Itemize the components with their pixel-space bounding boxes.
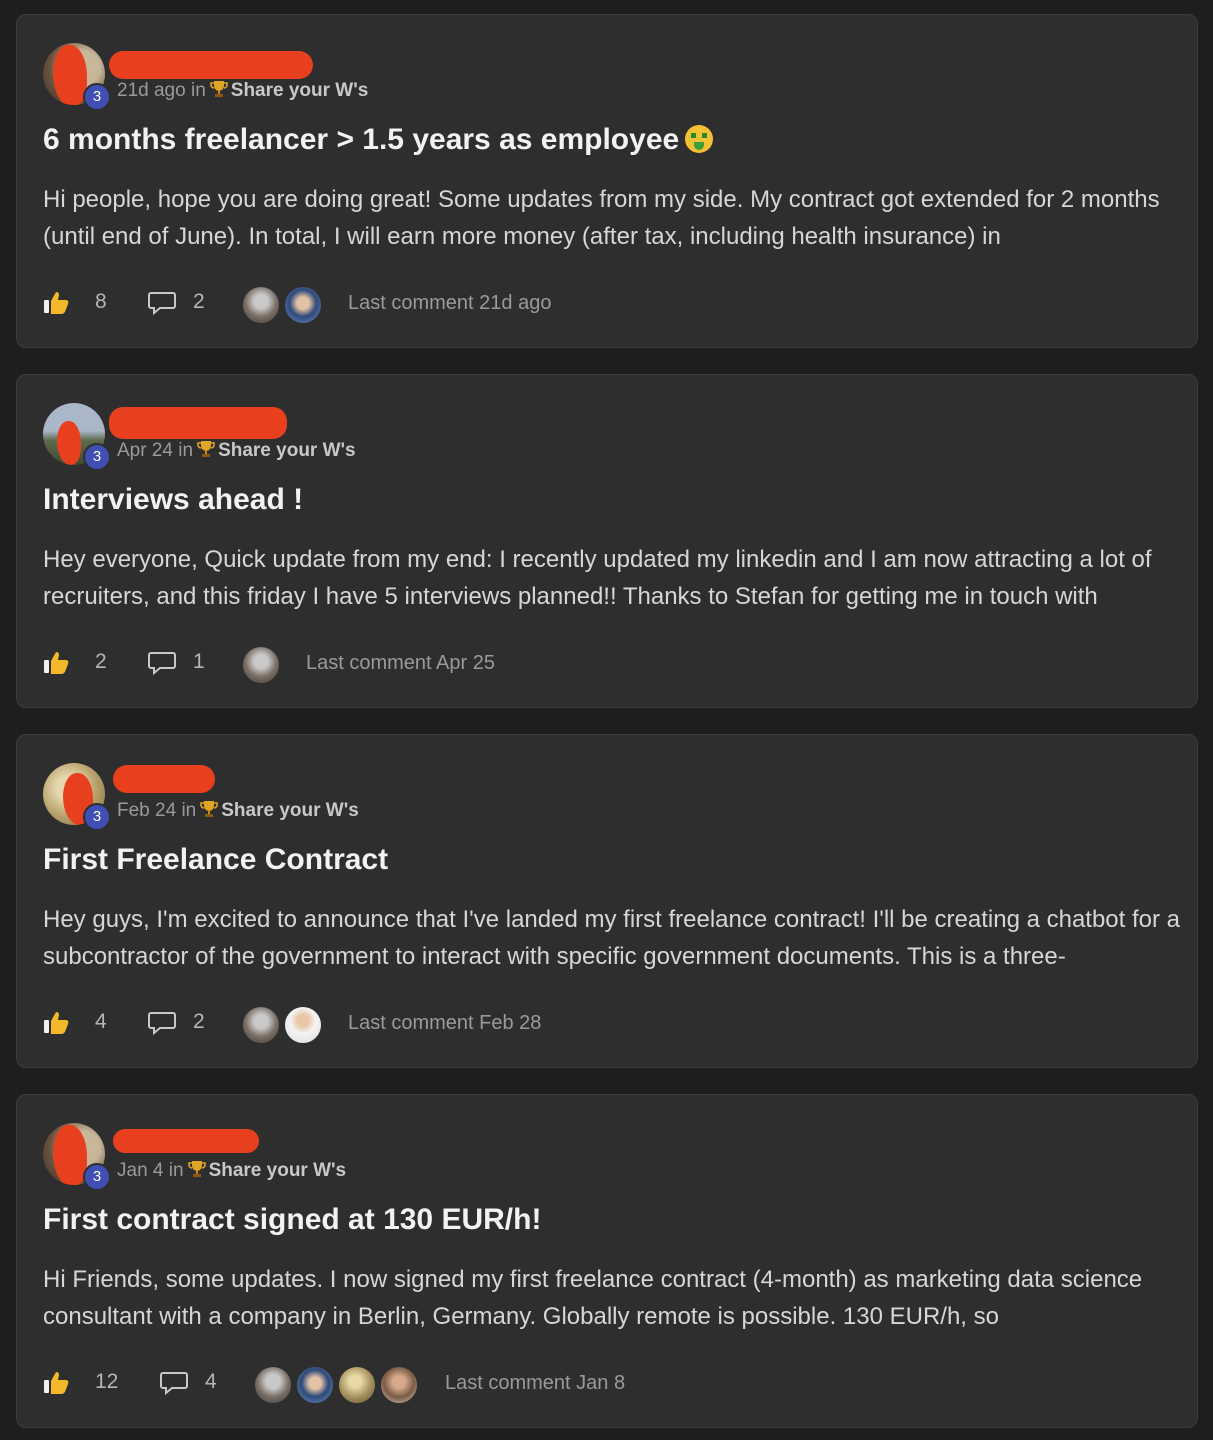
post-title[interactable]: First contract signed at 130 EUR/h!	[43, 1203, 541, 1237]
comment-count: 1	[193, 650, 205, 673]
in-word: in	[190, 80, 206, 101]
in-word: in	[178, 440, 194, 461]
post-excerpt: Hi Friends, some updates. I now signed m…	[43, 1266, 1143, 1330]
trophy-icon	[197, 441, 215, 457]
level-badge: 3	[83, 443, 111, 471]
commenter-avatar[interactable]	[241, 285, 281, 325]
last-comment[interactable]: Last comment Feb 28	[348, 1012, 541, 1035]
category-link[interactable]: Share your W's	[209, 1160, 347, 1181]
commenter-avatar[interactable]	[283, 1005, 323, 1045]
post-time[interactable]: Apr 24	[117, 440, 173, 461]
like-count: 12	[95, 1370, 119, 1393]
post-meta: 21d ago in Share your W's	[117, 79, 368, 102]
post-time[interactable]: Jan 4	[117, 1160, 163, 1181]
author-name-redacted	[113, 765, 215, 793]
speech-bubble-icon[interactable]	[147, 290, 177, 316]
trophy-icon	[200, 801, 219, 817]
level-badge: 3	[83, 803, 111, 831]
post-time[interactable]: Feb 24	[117, 800, 176, 821]
comment-count: 4	[205, 1370, 217, 1393]
thumbs-up-icon[interactable]	[43, 1009, 71, 1035]
commenter-avatar[interactable]	[337, 1365, 377, 1405]
comment-count: 2	[193, 1010, 205, 1033]
commenter-avatar[interactable]	[241, 1005, 281, 1045]
author-name-redacted	[113, 1129, 259, 1153]
post-header: 3 21d ago in Share your W's	[43, 43, 643, 111]
post-card[interactable]: 3 Jan 4 in Share your W's First contract …	[16, 1094, 1198, 1428]
money-mouth-emoji-icon	[685, 125, 714, 153]
post-title[interactable]: First Freelance Contract	[43, 843, 388, 877]
post-feed: 3 21d ago in Share your W's 6 months free…	[0, 0, 1213, 1440]
author-name-redacted	[109, 407, 287, 439]
commenter-avatar[interactable]	[241, 645, 281, 685]
thumbs-up-icon[interactable]	[43, 289, 71, 315]
category-link[interactable]: Share your W's	[218, 440, 356, 461]
post-card[interactable]: 3 Apr 24 in Share your W's Interviews ahe…	[16, 374, 1198, 708]
trophy-icon	[209, 81, 228, 97]
post-footer: 12 4 Last comment Jan 8	[43, 1365, 1143, 1405]
post-meta: Jan 4 in Share your W's	[117, 1159, 346, 1182]
post-title[interactable]: 6 months freelancer > 1.5 years as emplo…	[43, 123, 714, 157]
thumbs-up-icon[interactable]	[43, 649, 71, 675]
post-header: 3 Apr 24 in Share your W's	[43, 403, 643, 471]
last-comment[interactable]: Last comment 21d ago	[348, 292, 551, 315]
like-count: 8	[95, 290, 107, 313]
category-link[interactable]: Share your W's	[231, 80, 369, 101]
post-time[interactable]: 21d ago	[117, 80, 186, 101]
post-excerpt: Hi people, hope you are doing great! Som…	[43, 186, 1160, 250]
last-comment[interactable]: Last comment Apr 25	[306, 652, 495, 675]
post-card[interactable]: 3 21d ago in Share your W's 6 months free…	[16, 14, 1198, 348]
post-title-text: 6 months freelancer > 1.5 years as emplo…	[43, 123, 680, 156]
speech-bubble-icon[interactable]	[159, 1370, 189, 1396]
author-name-redacted	[109, 51, 313, 79]
post-header: 3 Feb 24 in Share your W's	[43, 763, 643, 831]
post-footer: 4 2 Last comment Feb 28	[43, 1005, 1143, 1045]
post-meta: Feb 24 in Share your W's	[117, 799, 359, 822]
post-title[interactable]: Interviews ahead !	[43, 483, 303, 517]
in-word: in	[181, 800, 197, 821]
in-word: in	[168, 1160, 184, 1181]
level-badge: 3	[83, 83, 111, 111]
commenter-avatar[interactable]	[379, 1365, 419, 1405]
speech-bubble-icon[interactable]	[147, 1010, 177, 1036]
post-footer: 2 1 Last comment Apr 25	[43, 645, 1143, 685]
like-count: 2	[95, 650, 107, 673]
trophy-icon	[187, 1161, 206, 1177]
post-card[interactable]: 3 Feb 24 in Share your W's First Freelanc…	[16, 734, 1198, 1068]
thumbs-up-icon[interactable]	[43, 1369, 71, 1395]
commenter-avatar[interactable]	[253, 1365, 293, 1405]
post-excerpt: Hey everyone, Quick update from my end: …	[43, 546, 1152, 610]
last-comment[interactable]: Last comment Jan 8	[445, 1372, 625, 1395]
like-count: 4	[95, 1010, 107, 1033]
comment-count: 2	[193, 290, 205, 313]
level-badge: 3	[83, 1163, 111, 1191]
post-excerpt: Hey guys, I'm excited to announce that I…	[43, 906, 1181, 970]
post-footer: 8 2 Last comment 21d ago	[43, 285, 1143, 325]
post-title-text: First contract signed at 130 EUR/h!	[43, 1203, 542, 1236]
category-link[interactable]: Share your W's	[221, 800, 359, 821]
post-meta: Apr 24 in Share your W's	[117, 439, 356, 462]
commenter-avatar[interactable]	[283, 285, 323, 325]
commenter-avatar[interactable]	[295, 1365, 335, 1405]
post-header: 3 Jan 4 in Share your W's	[43, 1123, 643, 1191]
speech-bubble-icon[interactable]	[147, 650, 177, 676]
post-title-text: First Freelance Contract	[43, 843, 389, 876]
post-title-text: Interviews ahead !	[43, 483, 304, 516]
